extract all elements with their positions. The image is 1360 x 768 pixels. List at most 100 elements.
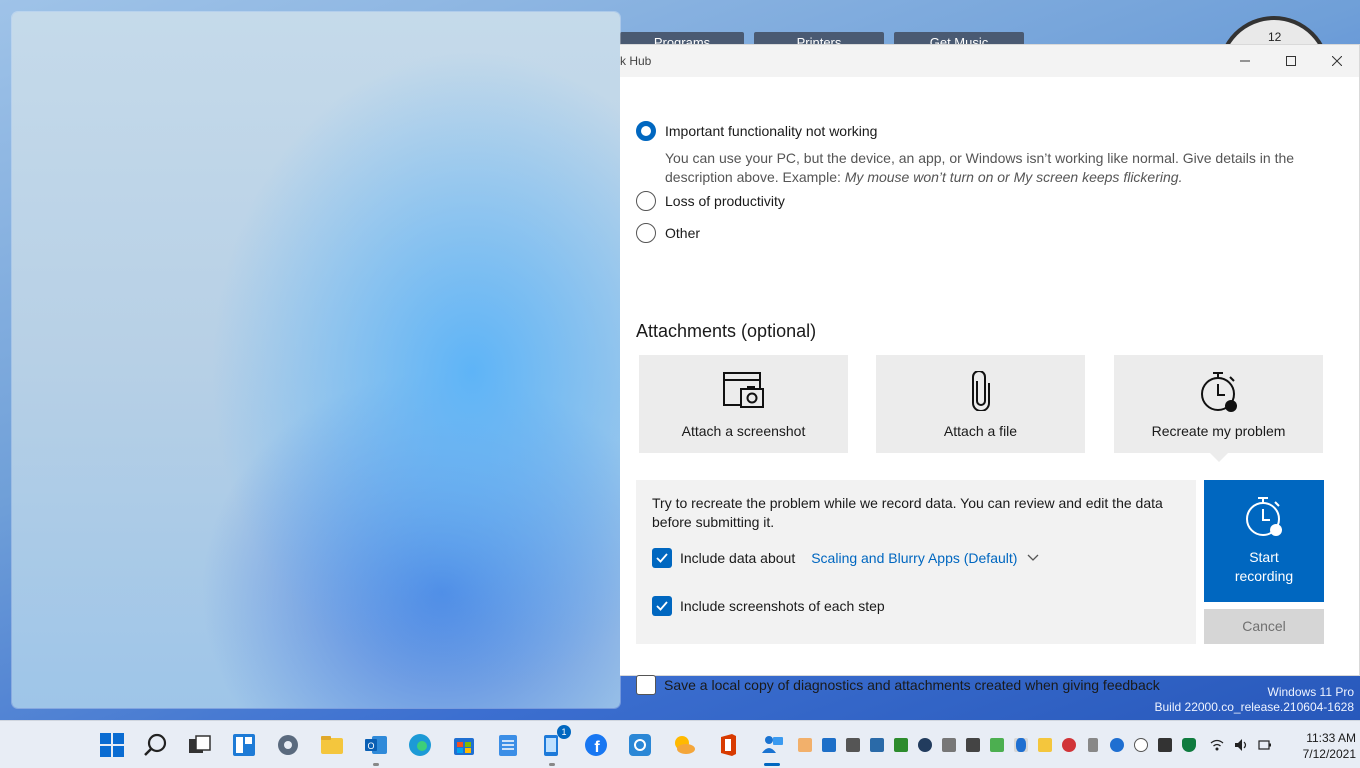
recreate-problem-button[interactable]: Recreate my problem	[1114, 355, 1323, 462]
taskbar-app-file-explorer[interactable]	[320, 733, 344, 757]
taskbar-app-weather[interactable]	[672, 733, 696, 757]
monitor-tray-icon[interactable]	[1158, 738, 1172, 752]
start-label-line1: Start	[1249, 549, 1279, 565]
outlook-tray-icon[interactable]	[822, 738, 836, 752]
save-local-copy-checkbox[interactable]	[636, 675, 656, 695]
stopwatch-icon	[1246, 497, 1282, 536]
mail-tray-icon[interactable]	[798, 738, 812, 752]
attach-screenshot-button[interactable]: Attach a screenshot	[639, 355, 848, 453]
taskbar-app-outlook[interactable]: O	[364, 733, 388, 766]
attach-file-button[interactable]: Attach a file	[876, 355, 1085, 453]
taskbar-clock[interactable]: 11:33 AM 7/12/2021	[1276, 730, 1356, 762]
security-shield-icon[interactable]	[1182, 738, 1196, 752]
include-screenshots-row: Include screenshots of each step	[652, 596, 885, 616]
watermark-build: Build 22000.co_release.210604-1628	[1154, 700, 1355, 714]
camera-tray-icon[interactable]	[846, 738, 860, 752]
taskbar-app-notepad[interactable]	[496, 733, 520, 757]
search-icon	[144, 733, 167, 756]
tools-tray-icon[interactable]	[966, 738, 980, 752]
minimize-button[interactable]	[1222, 45, 1268, 77]
feedback-hub-icon	[762, 736, 783, 753]
taskbar-app-podcasts[interactable]	[628, 733, 652, 757]
radio-description: You can use your PC, but the device, an …	[665, 149, 1325, 187]
paperclip-icon	[971, 371, 990, 411]
attachments-heading: Attachments (optional)	[636, 321, 817, 341]
include-screenshots-checkbox[interactable]	[652, 596, 672, 616]
red-app-tray-icon[interactable]	[1062, 738, 1076, 752]
radio-other[interactable]: Other	[636, 223, 700, 243]
title-bar[interactable]: k Hub	[620, 45, 1359, 77]
save-local-copy-row: Save a local copy of diagnostics and att…	[636, 675, 1160, 695]
store-icon	[454, 738, 474, 755]
minecraft-tray-icon[interactable]	[894, 738, 908, 752]
battery-icon[interactable]	[1258, 738, 1272, 752]
watermark-edition: Windows 11 Pro	[1267, 685, 1354, 699]
notepad-icon	[499, 735, 517, 756]
maximize-button[interactable]	[1268, 45, 1314, 77]
search-button[interactable]	[144, 733, 168, 757]
windows-watermark: Windows 11 Pro Build 22000.co_release.21…	[1155, 685, 1355, 715]
app-tray-icon[interactable]	[918, 738, 932, 752]
onedrive-icon[interactable]	[1134, 738, 1148, 752]
tile-label: Attach a file	[943, 423, 1018, 439]
network-drive-tray-icon[interactable]	[870, 738, 884, 752]
include-data-checkbox[interactable]	[652, 548, 672, 568]
radio-loss-of-productivity[interactable]: Loss of productivity	[636, 191, 785, 211]
windows-logo-icon	[100, 733, 124, 757]
widgets-icon	[233, 734, 255, 756]
checkmark-icon	[656, 601, 668, 611]
radio-button[interactable]	[636, 223, 656, 243]
clock-numeral: 12	[1268, 30, 1282, 44]
include-data-label: Include data about	[680, 550, 796, 566]
edge-icon	[409, 734, 431, 756]
widgets-button[interactable]	[232, 733, 256, 757]
facebook-icon: f	[585, 734, 607, 756]
close-button[interactable]	[1314, 45, 1360, 77]
data-category-dropdown[interactable]: Scaling and Blurry Apps (Default)	[811, 550, 1039, 566]
tile-label: Recreate my problem	[1151, 423, 1286, 439]
taskbar-app-facebook[interactable]: f	[584, 733, 608, 757]
volume-icon[interactable]	[1234, 738, 1248, 752]
svg-text:O: O	[367, 741, 374, 751]
taskbar-app-feedback-hub[interactable]	[760, 733, 784, 766]
folder-icon	[321, 736, 343, 754]
maximize-icon	[1286, 56, 1296, 66]
radio-label: Other	[665, 225, 701, 241]
taskbar-app-store[interactable]	[452, 733, 476, 757]
bluetooth-icon[interactable]	[1016, 738, 1026, 752]
cancel-button[interactable]: Cancel	[1204, 609, 1324, 644]
blue-app-tray-icon[interactable]	[1110, 738, 1124, 752]
gear-icon	[278, 735, 298, 755]
close-icon	[1332, 56, 1342, 66]
radio-button-checked[interactable]	[636, 121, 656, 141]
clock-time: 11:33 AM	[1306, 731, 1356, 745]
taskbar-app-office[interactable]	[716, 733, 740, 757]
usb-tray-icon[interactable]	[1088, 738, 1098, 752]
radio-label: Loss of productivity	[665, 193, 785, 209]
taskbar-app-settings[interactable]	[276, 733, 300, 757]
start-recording-button[interactable]: Start recording	[1204, 480, 1324, 602]
task-view-button[interactable]	[188, 733, 212, 757]
task-view-icon	[189, 735, 211, 753]
recording-options-panel: Try to recreate the problem while we rec…	[636, 480, 1196, 644]
start-button[interactable]	[100, 733, 124, 757]
minimize-icon	[1240, 60, 1250, 62]
include-screenshots-label: Include screenshots of each step	[680, 598, 885, 614]
device-tray-icon[interactable]	[942, 738, 956, 752]
radio-description-example: My mouse won’t turn on or My screen keep…	[844, 169, 1183, 185]
checkmark-icon	[656, 553, 668, 563]
recording-description: Try to recreate the problem while we rec…	[652, 495, 1163, 530]
notification-badge: 1	[557, 725, 571, 739]
folder-sync-tray-icon[interactable]	[1038, 738, 1052, 752]
taskbar-app-edge[interactable]	[408, 733, 432, 757]
tile-label: Attach a screenshot	[681, 423, 806, 439]
wifi-icon[interactable]	[1210, 738, 1224, 752]
green-tray-icon[interactable]	[990, 738, 1004, 752]
radio-button[interactable]	[636, 191, 656, 211]
data-category-value: Scaling and Blurry Apps (Default)	[811, 550, 1018, 566]
radio-label: Important functionality not working	[665, 123, 878, 139]
radio-important-functionality[interactable]: Important functionality not working	[636, 121, 877, 141]
taskbar-app-phone[interactable]: 1	[540, 725, 571, 766]
chevron-down-icon	[1027, 554, 1039, 561]
feedback-hub-window: k Hub Important functionality not workin…	[620, 44, 1360, 695]
